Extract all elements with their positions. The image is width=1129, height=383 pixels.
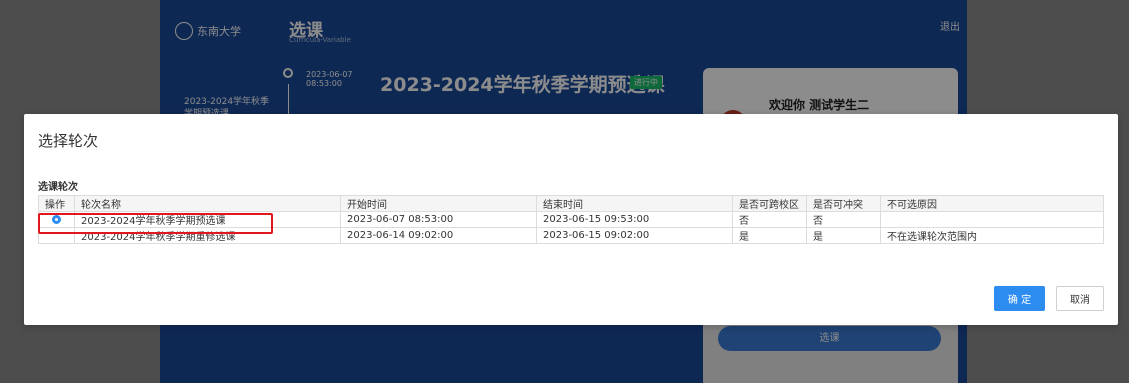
radio-selected-icon[interactable] (52, 214, 61, 224)
table-row[interactable]: 2023-2024学年秋季学期预选课 2023-06-07 08:53:00 2… (38, 211, 1104, 228)
start-time: 2023-06-07 08:53:00 (340, 211, 537, 228)
round-name: 2023-2024学年秋季学期预选课 (74, 211, 341, 228)
table-header-row: 操作 轮次名称 开始时间 结束时间 是否可跨校区 是否可冲突 不可选原因 (38, 195, 1104, 212)
select-round-modal: 选择轮次 选课轮次 操作 轮次名称 开始时间 结束时间 是否可跨校区 是否可冲突… (24, 114, 1118, 325)
round-name: 2023-2024学年秋季学期重修选课 (74, 227, 341, 244)
section-label: 选课轮次 (38, 182, 78, 193)
confirm-button[interactable]: 确 定 (994, 286, 1045, 311)
modal-title: 选择轮次 (38, 132, 99, 150)
start-time: 2023-06-14 09:02:00 (340, 227, 537, 244)
end-time: 2023-06-15 09:53:00 (536, 211, 733, 228)
column-header-end: 结束时间 (536, 195, 733, 212)
column-header-conflict: 是否可冲突 (806, 195, 881, 212)
reason (880, 211, 1104, 228)
cross-campus: 是 (732, 227, 807, 244)
cancel-button[interactable]: 取消 (1056, 286, 1104, 311)
cross-campus: 否 (732, 211, 807, 228)
column-header-reason: 不可选原因 (880, 195, 1104, 212)
conflict: 否 (806, 211, 881, 228)
column-header-cross-campus: 是否可跨校区 (732, 195, 807, 212)
table-row: 2023-2024学年秋季学期重修选课 2023-06-14 09:02:00 … (38, 227, 1104, 244)
column-header-name: 轮次名称 (74, 195, 341, 212)
column-header-action: 操作 (38, 195, 75, 212)
row-select-cell (38, 227, 75, 244)
column-header-start: 开始时间 (340, 195, 537, 212)
end-time: 2023-06-15 09:02:00 (536, 227, 733, 244)
rounds-table: 操作 轮次名称 开始时间 结束时间 是否可跨校区 是否可冲突 不可选原因 202… (38, 195, 1104, 244)
row-select-cell[interactable] (38, 211, 75, 228)
reason: 不在选课轮次范围内 (880, 227, 1104, 244)
conflict: 是 (806, 227, 881, 244)
